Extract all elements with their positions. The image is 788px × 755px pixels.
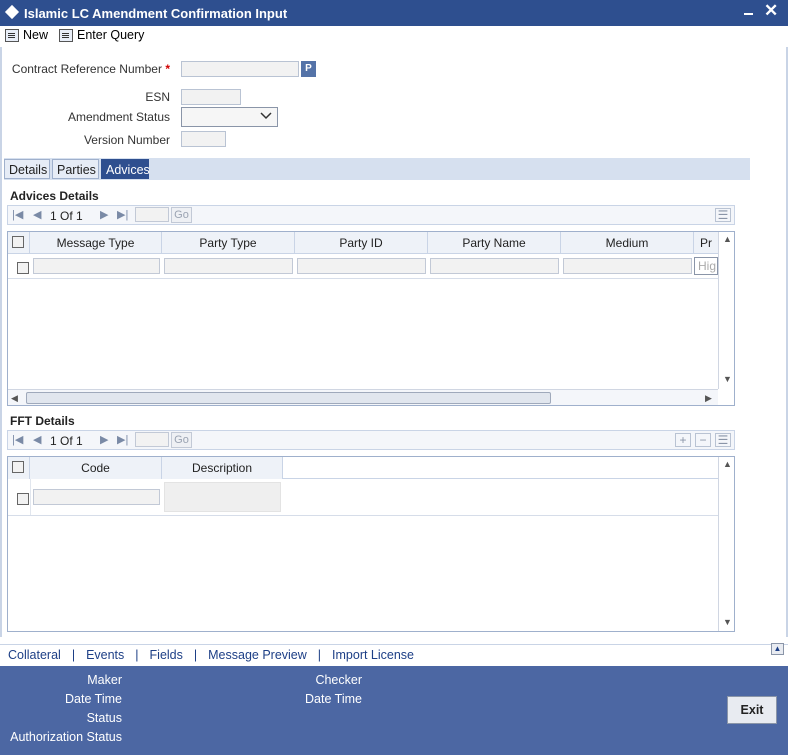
enter-query-button[interactable]: Enter Query [59, 28, 144, 42]
scroll-left-icon[interactable]: ◀ [11, 393, 18, 404]
window-title: Islamic LC Amendment Confirmation Input [24, 6, 288, 21]
col-message-type[interactable]: Message Type [30, 232, 162, 254]
new-document-icon [5, 28, 19, 42]
chevron-down-icon [259, 109, 273, 126]
contract-ref-lov-button[interactable]: P [301, 61, 316, 77]
link-fields[interactable]: Fields [150, 648, 183, 662]
amendment-status-label: Amendment Status [67, 110, 170, 124]
scroll-up-icon[interactable]: ▲ [723, 234, 732, 244]
fft-last-page-icon[interactable]: ▶| [117, 433, 128, 446]
first-page-icon[interactable]: |◀ [12, 208, 23, 221]
advices-medium-input[interactable] [563, 258, 692, 274]
maker-date-time-label: Date Time [65, 692, 122, 706]
fft-code-input[interactable] [33, 489, 160, 505]
fft-go-button[interactable]: Go [171, 432, 192, 448]
link-separator: | [193, 648, 198, 662]
delete-row-icon[interactable]: − [695, 433, 711, 447]
advices-party-name-input[interactable] [430, 258, 559, 274]
fft-columns-icon[interactable]: ☰ [715, 433, 731, 447]
exit-button[interactable]: Exit [727, 696, 777, 724]
required-mark: * [165, 62, 170, 76]
next-page-icon[interactable]: ▶ [100, 208, 108, 221]
enter-query-label: Enter Query [77, 28, 145, 42]
prev-page-icon[interactable]: ◀ [33, 208, 41, 221]
contract-ref-label: Contract Reference Number * [11, 62, 170, 76]
status-label: Status [86, 711, 122, 725]
col-party-id[interactable]: Party ID [295, 232, 428, 254]
advices-page-input[interactable] [135, 207, 169, 222]
minimize-icon[interactable] [744, 13, 753, 15]
advices-columns-icon[interactable]: ☰ [715, 208, 731, 222]
contract-ref-input[interactable] [181, 61, 299, 77]
version-number-input[interactable] [181, 131, 226, 147]
advices-party-id-input[interactable] [297, 258, 426, 274]
link-separator: | [135, 648, 139, 662]
fft-select-all-checkbox[interactable] [12, 461, 24, 473]
advices-priority-select[interactable]: Hig [694, 257, 718, 275]
checker-label: Checker [315, 673, 362, 687]
window-border-left [0, 47, 2, 637]
advices-row-divider [8, 278, 718, 279]
tab-details[interactable]: Details [4, 159, 50, 179]
last-page-icon[interactable]: ▶| [117, 208, 128, 221]
fft-grid [7, 456, 735, 632]
fft-scroll-up-icon[interactable]: ▲ [723, 459, 732, 469]
advices-horizontal-scrollbar[interactable]: ◀ ▶ [8, 389, 718, 405]
link-message-preview[interactable]: Message Preview [208, 648, 307, 662]
new-label: New [23, 28, 49, 42]
advices-scroll-thumb[interactable] [26, 392, 551, 404]
fft-row-checkbox[interactable] [17, 493, 29, 505]
maker-label: Maker [87, 673, 122, 687]
link-events[interactable]: Events [86, 648, 124, 662]
advices-vertical-scrollbar[interactable]: ▲ ▼ [718, 232, 734, 389]
col-code[interactable]: Code [30, 457, 162, 479]
advices-row-checkbox[interactable] [17, 262, 29, 274]
add-row-icon[interactable]: + [675, 433, 691, 447]
esn-label: ESN [145, 90, 170, 104]
col-priority[interactable]: Pr [694, 232, 718, 254]
fft-first-page-icon[interactable]: |◀ [12, 433, 23, 446]
fft-row-divider [8, 515, 718, 516]
collapse-up-icon[interactable]: ▲ [771, 643, 784, 655]
fft-description-input[interactable] [164, 482, 281, 512]
col-party-type[interactable]: Party Type [162, 232, 295, 254]
tab-advices[interactable]: Advices [101, 159, 150, 179]
link-collateral[interactable]: Collateral [8, 648, 61, 662]
col-medium[interactable]: Medium [561, 232, 694, 254]
authorization-status-label: Authorization Status [10, 730, 122, 744]
scroll-right-icon[interactable]: ▶ [705, 393, 712, 404]
tab-parties[interactable]: Parties [52, 159, 99, 179]
advices-section-title: Advices Details [10, 189, 99, 203]
fft-scroll-down-icon[interactable]: ▼ [723, 617, 732, 627]
fft-next-page-icon[interactable]: ▶ [100, 433, 108, 446]
checker-date-time-label: Date Time [305, 692, 362, 706]
col-description[interactable]: Description [162, 457, 283, 479]
fft-grid-header: Code Description [8, 457, 718, 479]
fft-row-col-divider [30, 479, 31, 515]
close-icon[interactable]: ✕ [764, 1, 778, 21]
fft-prev-page-icon[interactable]: ◀ [33, 433, 41, 446]
advices-message-type-input[interactable] [33, 258, 160, 274]
fft-page-input[interactable] [135, 432, 169, 447]
fft-vertical-scrollbar[interactable]: ▲ ▼ [718, 457, 734, 631]
link-separator: | [317, 648, 322, 662]
col-party-name[interactable]: Party Name [428, 232, 561, 254]
scroll-down-icon[interactable]: ▼ [723, 374, 732, 384]
amendment-status-select[interactable] [181, 107, 278, 127]
link-separator: | [71, 648, 76, 662]
advices-select-all-checkbox[interactable] [12, 236, 24, 248]
fft-section-title: FFT Details [10, 414, 75, 428]
esn-input[interactable] [181, 89, 241, 105]
version-number-label: Version Number [83, 133, 170, 147]
advices-page-indicator: 1 Of 1 [50, 209, 83, 223]
fft-page-indicator: 1 Of 1 [50, 434, 83, 448]
advices-grid-header: Message Type Party Type Party ID Party N… [8, 232, 718, 254]
link-import-license[interactable]: Import License [332, 648, 414, 662]
advices-party-type-input[interactable] [164, 258, 293, 274]
query-icon [59, 28, 73, 42]
advices-go-button[interactable]: Go [171, 207, 192, 223]
link-list: Collateral | Events | Fields | Message P… [8, 648, 414, 662]
new-button[interactable]: New [5, 28, 48, 42]
